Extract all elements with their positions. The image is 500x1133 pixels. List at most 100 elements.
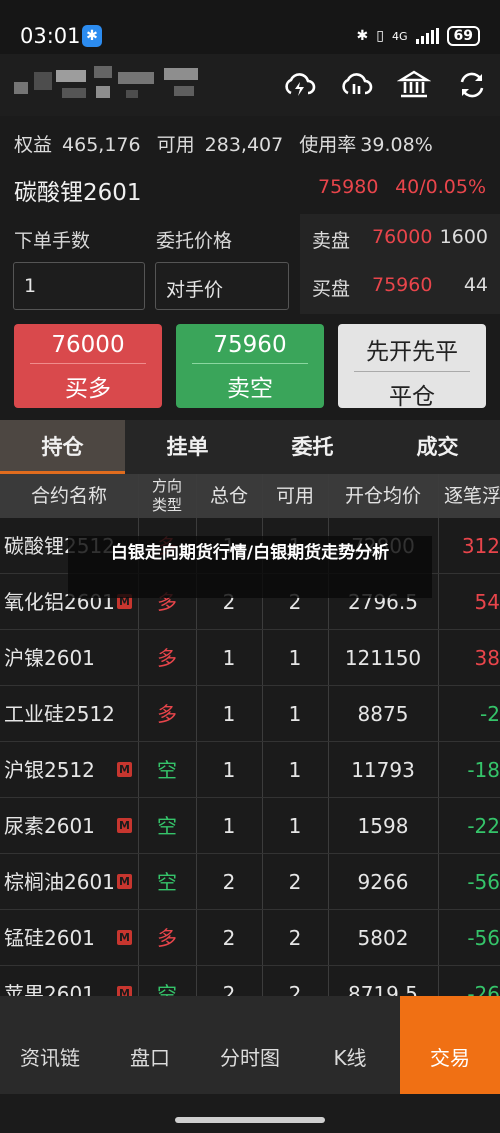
cell-total: 1 — [222, 646, 236, 670]
close-position-button[interactable]: 先开先平 平仓 — [338, 324, 486, 410]
overlay-title: 白银走向期货行情/白银期货走势分析 — [68, 536, 432, 598]
tab-trades[interactable]: 成交 — [375, 420, 500, 474]
sell-price: 75960 — [213, 332, 287, 358]
col-total: 总仓 — [209, 485, 248, 507]
cell-direction: 多 — [157, 926, 177, 950]
cell-direction: 多 — [157, 702, 177, 726]
blurred-account-name — [14, 66, 204, 100]
table-row[interactable]: 棕榈油2601 M 空 2 2 9266 -56 — [0, 854, 500, 910]
cell-avg-price: 11793 — [351, 758, 415, 782]
refresh-icon[interactable] — [455, 68, 489, 102]
cell-avg-price: 1598 — [357, 814, 409, 838]
nav-trade[interactable]: 交易 — [400, 996, 500, 1094]
cell-contract: 沪银2512 — [4, 758, 95, 782]
cell-total: 1 — [222, 814, 236, 838]
cell-direction: 空 — [157, 758, 177, 782]
sell-label: 卖空 — [227, 376, 273, 402]
cell-pnl: 312 — [461, 534, 500, 558]
nav-kline[interactable]: K线 — [300, 996, 400, 1120]
battery-icon: 69 — [446, 26, 480, 46]
contract-change: 40/0.05% — [395, 176, 486, 198]
main-contract-badge: M — [117, 762, 132, 777]
tab-orders[interactable]: 委托 — [250, 420, 375, 474]
cell-contract: 棕榈油2601 — [4, 870, 115, 894]
cell-pnl: 54 — [474, 590, 500, 614]
cell-available: 1 — [288, 702, 302, 726]
ask-volume: 1600 — [439, 226, 488, 248]
usage-value: 39.08% — [360, 134, 433, 156]
usage-label: 使用率 — [299, 134, 357, 156]
table-row[interactable]: 工业硅2512 多 1 1 8875 -2 — [0, 686, 500, 742]
cell-pnl: -18 — [467, 758, 500, 782]
col-direction-bottom: 类型 — [151, 496, 182, 514]
cell-contract: 沪镍2601 — [4, 646, 95, 670]
price-label: 委托价格 — [156, 230, 233, 252]
account-summary: 权益 465,176 可用 283,407 使用率 39.08% — [14, 130, 443, 157]
close-mode: 先开先平 — [366, 339, 458, 365]
contract-selector[interactable]: 碳酸锂2601 75980 40/0.05% — [0, 166, 500, 212]
lots-input[interactable]: 1 — [13, 262, 145, 310]
bid-volume: 44 — [463, 274, 488, 296]
positions-table-header: 合约名称 方向 类型 总仓 可用 开仓均价 逐笔浮 — [0, 474, 500, 518]
main-contract-badge: M — [117, 874, 132, 889]
home-indicator[interactable] — [175, 1117, 325, 1123]
status-time: 03:01 — [20, 24, 81, 48]
cloud-upload-lightning-icon[interactable] — [282, 68, 316, 102]
equity-label: 权益 — [14, 134, 53, 156]
cell-direction: 空 — [157, 814, 177, 838]
buy-long-button[interactable]: 76000 买多 — [14, 324, 162, 408]
cell-available: 2 — [288, 870, 302, 894]
bluetooth-status-icon: ✱ — [356, 28, 369, 44]
col-pnl: 逐笔浮 — [444, 485, 500, 507]
bid-price: 75960 — [372, 274, 433, 296]
nav-timeshare[interactable]: 分时图 — [200, 996, 300, 1120]
buy-label: 买多 — [65, 376, 111, 402]
col-contract: 合约名称 — [30, 485, 107, 507]
close-label: 平仓 — [389, 384, 435, 410]
nav-news[interactable]: 资讯链 — [0, 996, 100, 1120]
tab-pending[interactable]: 挂单 — [125, 420, 250, 474]
cell-pnl: -56 — [467, 926, 500, 950]
cell-pnl: -56 — [467, 870, 500, 894]
cell-direction: 多 — [157, 646, 177, 670]
cell-pnl: 38 — [474, 646, 500, 670]
cell-available: 2 — [288, 926, 302, 950]
available-value: 283,407 — [204, 134, 284, 156]
cell-total: 2 — [222, 870, 236, 894]
ask-label: 卖盘 — [312, 230, 351, 252]
bid-row[interactable]: 买盘 75960 44 — [300, 262, 500, 308]
signal-icon — [415, 28, 439, 44]
col-available: 可用 — [275, 485, 314, 507]
contract-name[interactable]: 碳酸锂2601 — [14, 173, 142, 207]
price-input[interactable]: 对手价 — [155, 262, 289, 310]
bank-icon[interactable] — [397, 68, 431, 102]
bluetooth-icon: ✱ — [82, 25, 102, 47]
position-tabs: 持仓 挂单 委托 成交 — [0, 420, 500, 474]
bid-label: 买盘 — [312, 278, 351, 300]
table-row[interactable]: 尿素2601 M 空 1 1 1598 -22 — [0, 798, 500, 854]
cell-total: 2 — [222, 926, 236, 950]
cell-avg-price: 9266 — [357, 870, 409, 894]
cell-pnl: -2 — [480, 702, 500, 726]
order-book: 卖盘 76000 1600 买盘 75960 44 — [300, 214, 500, 314]
main-contract-badge: M — [117, 930, 132, 945]
cell-available: 1 — [288, 814, 302, 838]
ask-row[interactable]: 卖盘 76000 1600 — [300, 214, 500, 260]
cell-contract: 锰硅2601 — [4, 926, 95, 950]
cell-avg-price: 5802 — [357, 926, 409, 950]
table-row[interactable]: 沪银2512 M 空 1 1 11793 -18 — [0, 742, 500, 798]
available-label: 可用 — [156, 134, 195, 156]
nav-order-book[interactable]: 盘口 — [100, 996, 200, 1120]
tab-positions[interactable]: 持仓 — [0, 420, 125, 474]
status-indicators: ✱ ▯ 4G 69 — [357, 26, 480, 46]
sell-short-button[interactable]: 75960 卖空 — [176, 324, 324, 408]
table-row[interactable]: 锰硅2601 M 多 2 2 5802 -56 — [0, 910, 500, 966]
cloud-settings-icon[interactable] — [339, 68, 373, 102]
equity-value: 465,176 — [62, 134, 141, 156]
table-row[interactable]: 沪镍2601 多 1 1 121150 38 — [0, 630, 500, 686]
lots-label: 下单手数 — [14, 230, 91, 252]
main-contract-badge: M — [117, 818, 132, 833]
cell-total: 1 — [222, 758, 236, 782]
cell-avg-price: 8875 — [357, 702, 409, 726]
cell-pnl: -22 — [467, 814, 500, 838]
